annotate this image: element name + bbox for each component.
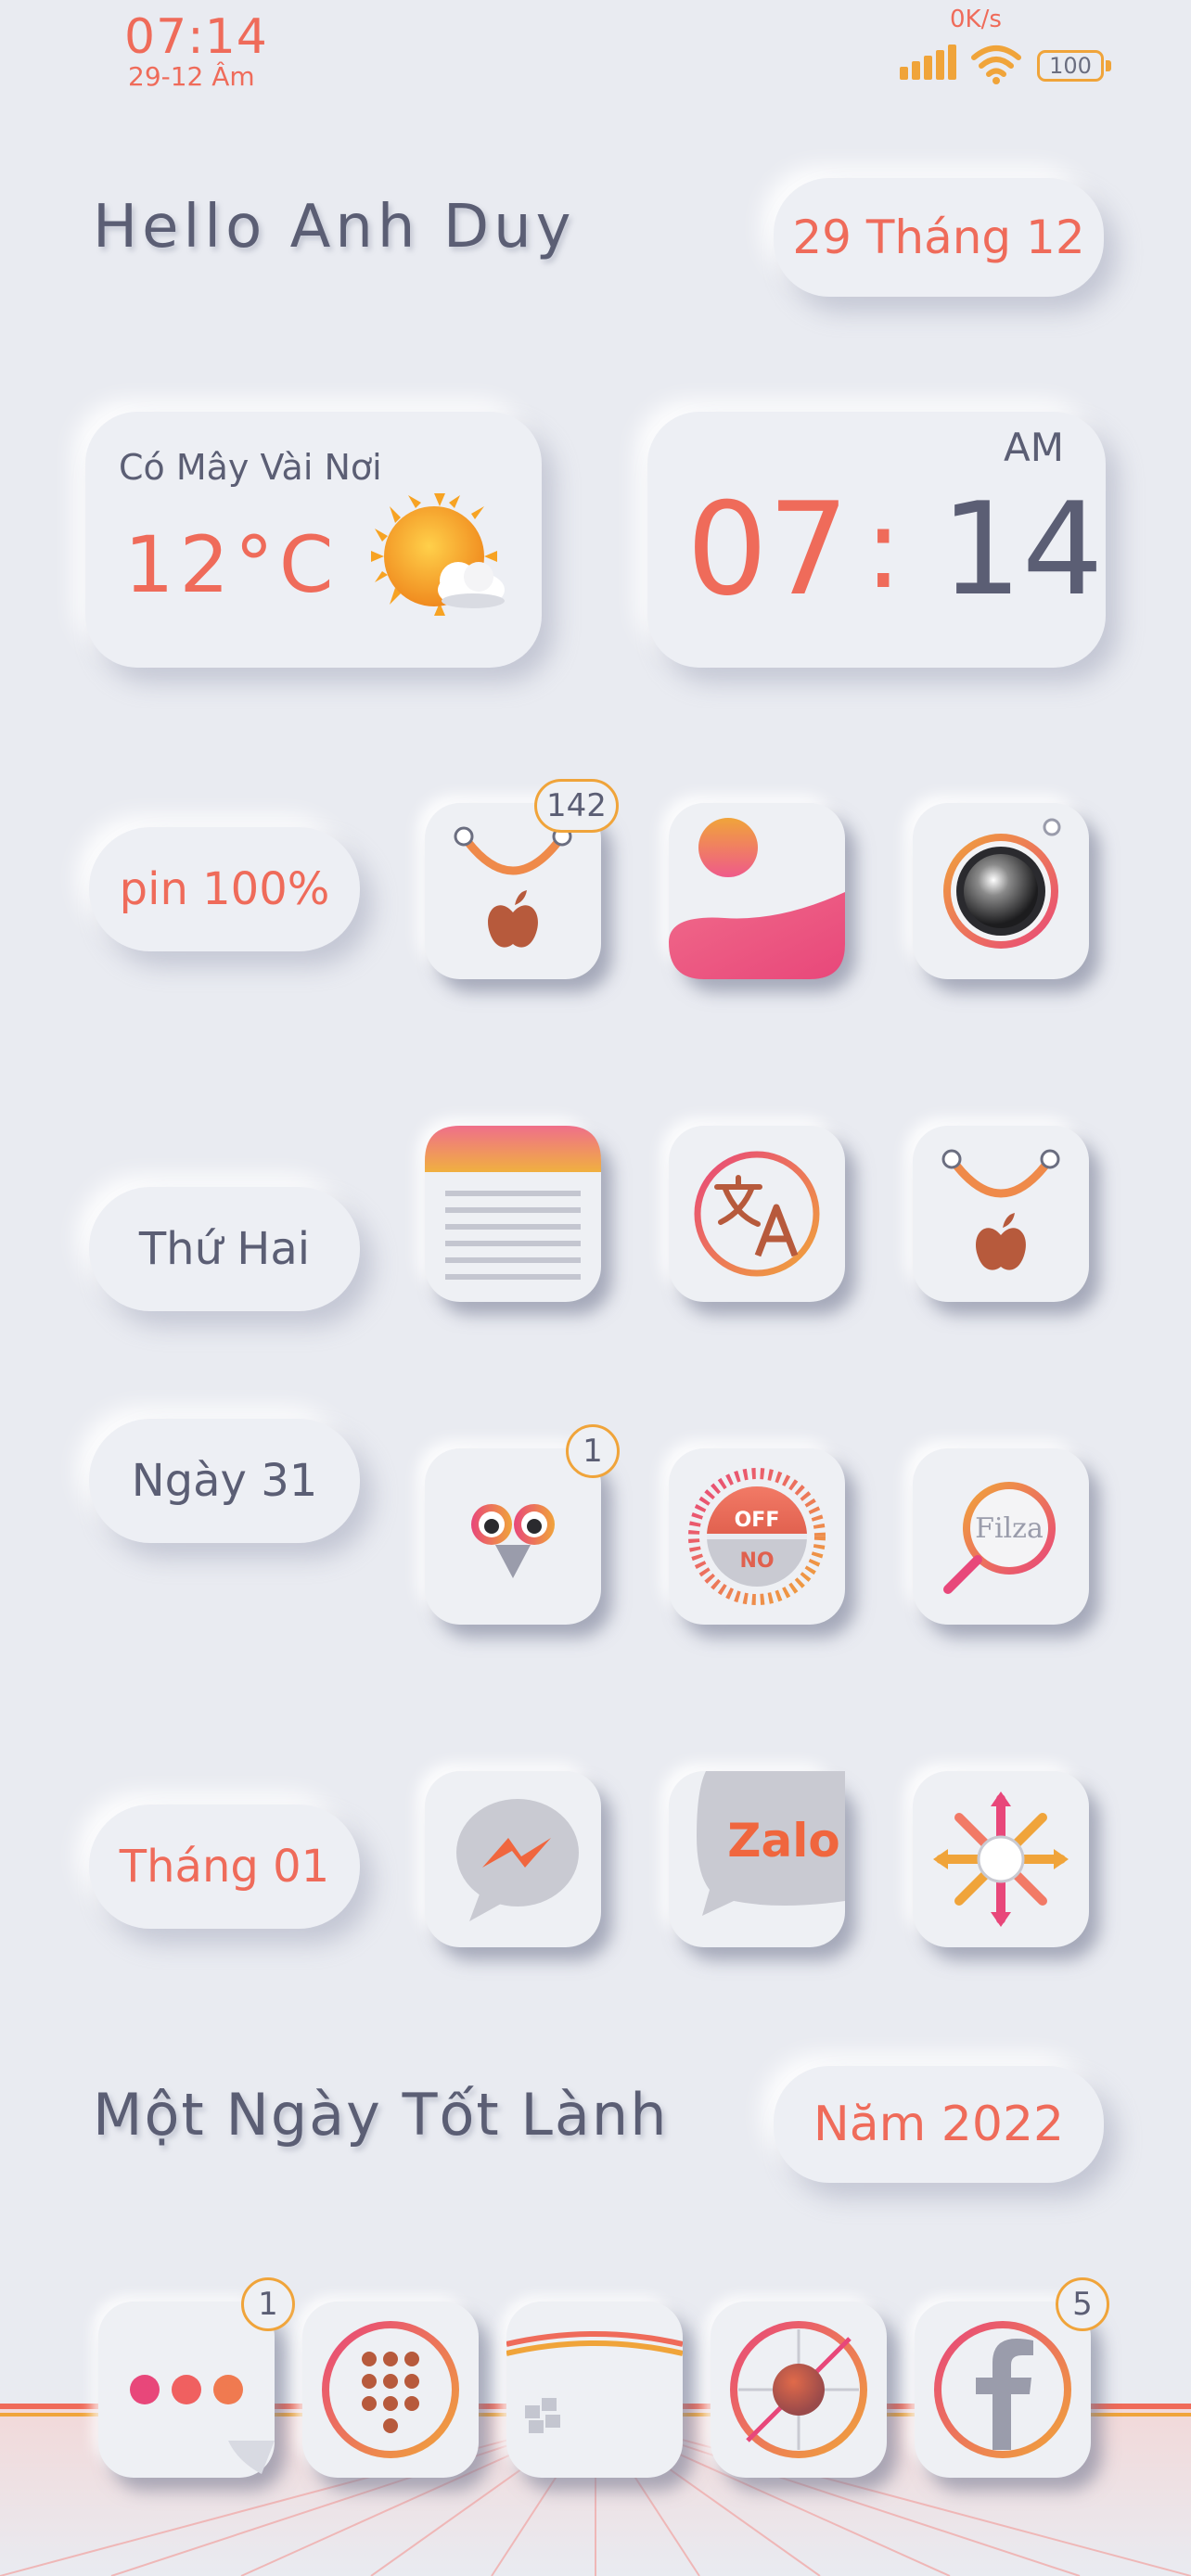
wifi-icon (971, 45, 1021, 84)
greeting-title: Hello Anh Duy (93, 193, 576, 261)
photos-icon (669, 818, 845, 979)
pinwheel-app[interactable] (913, 1771, 1089, 1947)
notification-badge: 5 (1056, 2277, 1109, 2331)
sun-cloud-icon (371, 493, 505, 616)
year-pill: Năm 2022 (774, 2066, 1104, 2183)
notes-icon (425, 1126, 601, 1280)
clock-minute: 14 (941, 475, 1104, 624)
network-speed: 0K/s (950, 6, 1002, 33)
status-time: 07:14 (124, 9, 268, 65)
photos-app[interactable] (669, 803, 845, 979)
status-lunar-date: 29-12 Âm (128, 61, 255, 92)
weather-description: Có Mây Vài Nơi (119, 447, 382, 488)
clock-ampm: AM (1004, 425, 1064, 470)
camera-app[interactable] (913, 803, 1089, 979)
lunar-date-pill: 29 Tháng 12 (774, 178, 1104, 297)
day-pill: Ngày 31 (89, 1419, 360, 1543)
translate-app[interactable] (669, 1126, 845, 1302)
facebook-icon (934, 2321, 1071, 2458)
translate-icon (694, 1151, 820, 1277)
notes-app[interactable] (425, 1126, 601, 1302)
notification-badge: 142 (534, 779, 619, 833)
clock-separator: : (864, 485, 903, 614)
notification-badge: 1 (566, 1424, 620, 1478)
owl-icon (471, 1504, 555, 1578)
app-store-app[interactable]: 142 (425, 779, 619, 979)
month-pill: Tháng 01 (89, 1804, 360, 1929)
zalo-label: Zalo (727, 1814, 839, 1868)
filza-icon: Filza (943, 1482, 1056, 1594)
dock-facebook[interactable]: 5 (915, 2277, 1109, 2478)
messages-icon (130, 2375, 275, 2474)
zalo-app[interactable]: Zalo (669, 1771, 845, 1947)
on-off-icon: OFF NO (688, 1468, 826, 1605)
messenger-icon (456, 1799, 579, 1921)
battery-icon: 100 (1037, 50, 1113, 85)
camera-icon (943, 818, 1061, 949)
dock-phone[interactable] (302, 2302, 479, 2478)
notification-badge: 1 (241, 2277, 295, 2331)
dock-cydia[interactable] (506, 2302, 683, 2478)
filza-label: Filza (975, 1512, 1044, 1545)
slogan-text: Một Ngày Tốt Lành (93, 2081, 669, 2149)
app-store-app-2[interactable] (913, 1126, 1089, 1302)
dock-safari[interactable] (711, 2302, 887, 2478)
pinwheel-icon (933, 1792, 1069, 1927)
filza-app[interactable]: Filza (913, 1448, 1089, 1625)
signal-icon (900, 45, 956, 80)
safari-icon (730, 2321, 867, 2458)
no-label: NO (739, 1549, 774, 1573)
messenger-app[interactable] (425, 1771, 601, 1947)
weather-temperature: 12°C (124, 519, 339, 610)
owl-app[interactable]: 1 (425, 1424, 620, 1625)
weekday-pill: Thứ Hai (89, 1187, 360, 1311)
zalo-icon: Zalo (697, 1771, 845, 1916)
off-label: OFF (735, 1509, 780, 1532)
battery-pill: pin 100% (89, 827, 360, 951)
dock-messages[interactable]: 1 (98, 2277, 295, 2478)
cydia-icon (506, 2331, 683, 2433)
phone-keypad-icon (322, 2321, 459, 2458)
clock-hour: 07 (686, 475, 850, 624)
battery-level: 100 (1037, 50, 1104, 82)
on-off-app[interactable]: OFF NO (669, 1448, 845, 1625)
app-store-icon (941, 1149, 1060, 1270)
